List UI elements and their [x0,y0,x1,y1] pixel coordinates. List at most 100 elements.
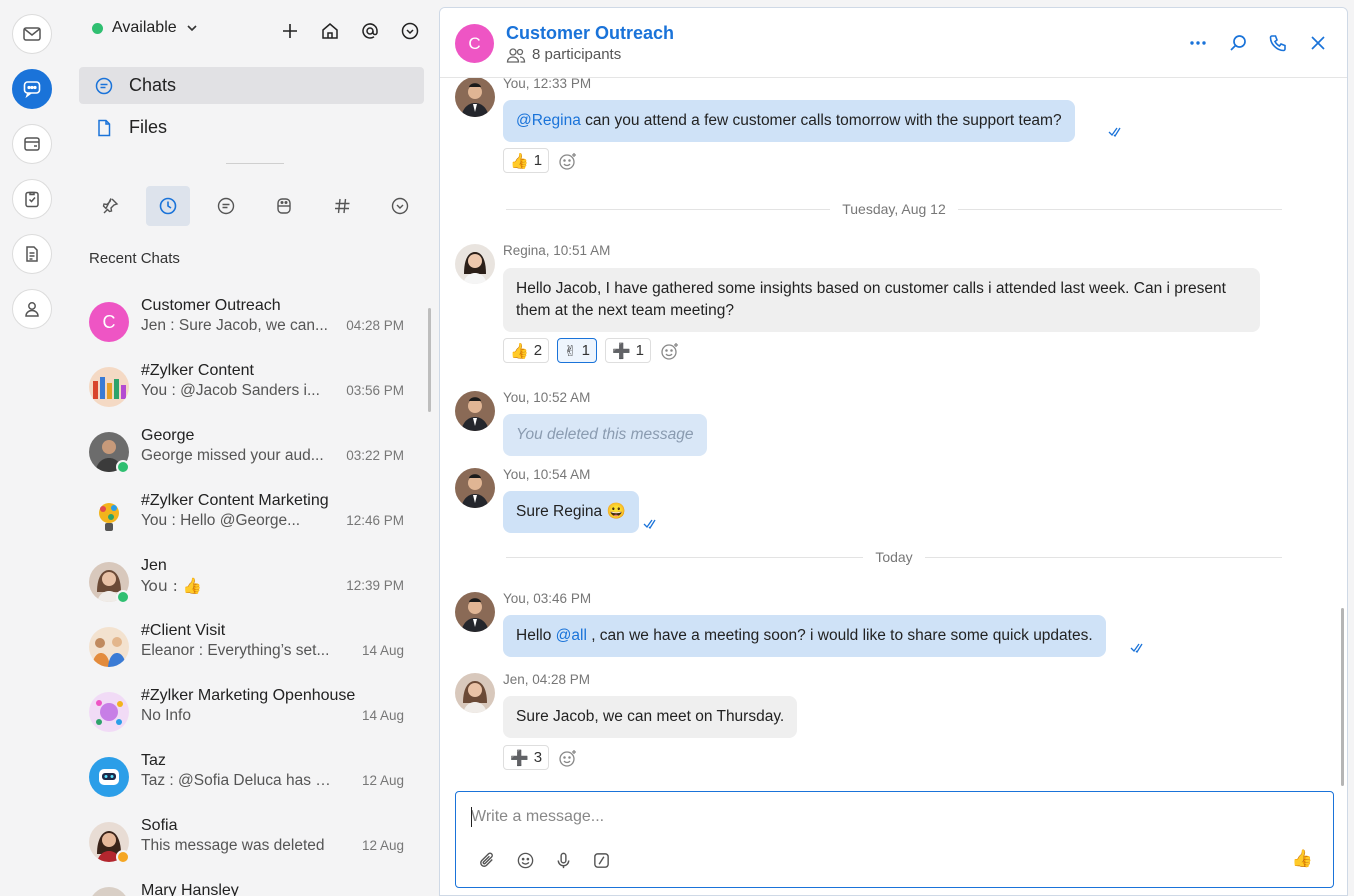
chat-name: Mary Hansley [141,882,239,896]
chat-name: #Zylker Content [141,362,254,379]
participants-label: 8 participants [532,46,622,63]
chat-name: Taz [141,752,166,769]
add-reaction-icon[interactable] [659,340,681,362]
chat-preview: George missed your aud... [141,447,324,464]
cliq-chat-icon[interactable] [12,69,52,109]
avatar [89,757,129,797]
chat-name: George [141,427,195,444]
add-reaction-icon[interactable] [557,150,579,172]
status-selector[interactable]: Available [92,19,199,37]
avatar [89,367,129,407]
message-meta: Jen, 04:28 PM [503,672,591,687]
phone-call-icon[interactable] [1267,32,1289,54]
message-text: You deleted this message [516,426,694,443]
chat-name: Customer Outreach [141,297,281,314]
message-text: Hello [516,627,556,644]
recent-chats-heading: Recent Chats [89,250,180,267]
chat-time: 12:46 PM [346,513,404,528]
nav-chats[interactable]: Chats [79,67,424,104]
plus-icon[interactable] [278,19,302,43]
home-icon[interactable] [318,19,342,43]
chat-item-taz[interactable]: Taz Taz : @Sofia Deluca has m... 12 Aug [79,745,424,810]
chat-preview: You : Hello @George... [141,512,301,529]
conversation-window: C Customer Outreach 8 participants You, … [439,7,1348,896]
chat-name: #Zylker Marketing Openhouse [141,687,356,704]
chat-preview: Taz : @Sofia Deluca has m... [141,772,341,789]
chat-item-zylker-content-marketing[interactable]: #Zylker Content Marketing You : Hello @G… [79,485,424,550]
chat-item-zylker-content[interactable]: #Zylker Content You : @Jacob Sanders i..… [79,355,424,420]
group-avatar[interactable]: C [455,24,494,63]
chat-item-zylker-marketing-openhouse[interactable]: #Zylker Marketing Openhouse No Info 14 A… [79,680,424,745]
message-text: can you attend a few customer calls tomo… [580,112,1062,129]
conversation-title[interactable]: Customer Outreach [506,23,674,44]
mention-link[interactable]: @Regina [516,112,581,129]
chat-name: Jen [141,557,167,574]
chat-name: Sofia [141,817,178,834]
message-bubble[interactable]: @Regina can you attend a few customer ca… [503,100,1075,142]
bots-filter-icon[interactable] [262,186,306,226]
avatar [455,78,495,117]
message-bubble[interactable]: Hello @all , can we have a meeting soon?… [503,615,1106,657]
add-reaction-icon[interactable] [557,747,579,769]
message-meta: You, 10:54 AM [503,467,591,482]
deleted-message-bubble[interactable]: You deleted this message [503,414,707,456]
close-icon[interactable] [1307,32,1329,54]
sidebar-scrollbar[interactable] [428,308,431,412]
avatar [455,592,495,632]
mention-link[interactable]: @all [556,627,587,644]
participants-count[interactable]: 8 participants [506,46,621,63]
messages-scrollbar[interactable] [1341,608,1344,786]
channels-hash-icon[interactable] [320,186,364,226]
message-text: , can we have a meeting soon? i would li… [586,627,1093,644]
message-bubble[interactable]: Sure Jacob, we can meet on Thursday. [503,696,798,738]
conversation-actions [1187,32,1329,54]
more-dropdown-icon[interactable] [398,19,422,43]
chat-item-jen[interactable]: Jen You : 👍 12:39 PM [79,550,424,615]
chat-item-george[interactable]: George George missed your aud... 03:22 P… [79,420,424,485]
app-window: Available Chats Files Recent Chats C Cus… [0,0,1354,896]
reaction-victory-hand[interactable]: ✌ 1 [557,338,597,363]
message-meta: You, 03:46 PM [503,591,592,606]
quick-thumbs-up-icon[interactable]: 👍 [1292,849,1313,869]
message-reactions: 👍 1 [503,148,579,173]
message-bubble[interactable]: Sure Regina 😀 [503,491,639,533]
message-bubble[interactable]: Hello Jacob, I have gathered some insigh… [503,268,1260,332]
chat-bubble-icon [95,77,113,94]
chat-item-client-visit[interactable]: #Client Visit Eleanor : Everything’s set… [79,615,424,680]
reaction-thumbs-up[interactable]: 👍 2 [503,338,550,363]
avatar [89,887,129,896]
reaction-plus[interactable]: ➕ 1 [604,338,651,363]
reaction-thumbs-up[interactable]: 👍 1 [503,148,550,173]
recent-clock-icon[interactable] [146,186,190,226]
avatar [455,244,495,284]
chat-item-mary-hansley[interactable]: Mary Hansley [79,875,424,896]
chat-item-customer-outreach[interactable]: C Customer Outreach Jen : Sure Jacob, we… [79,290,424,355]
mail-icon[interactable] [12,14,52,54]
attachment-icon[interactable] [476,849,498,871]
contacts-icon[interactable] [12,289,52,329]
file-icon [98,119,111,136]
more-filters-icon[interactable] [378,186,422,226]
chat-name: #Client Visit [141,622,226,639]
microphone-icon[interactable] [552,849,574,871]
nav-files[interactable]: Files [79,109,424,146]
pin-icon[interactable] [88,186,132,226]
message-meta: Regina, 10:51 AM [503,243,611,258]
message-text: Sure Jacob, we can meet on Thursday. [516,708,785,725]
read-receipt-icon [643,519,656,529]
notes-icon[interactable] [12,234,52,274]
nav-chats-label: Chats [129,75,177,95]
emoji-icon[interactable] [514,849,536,871]
app-rail [0,0,64,896]
calendar-card-icon[interactable] [12,124,52,164]
search-icon[interactable] [1227,32,1249,54]
format-slash-icon[interactable] [590,849,612,871]
chat-item-sofia[interactable]: Sofia This message was deleted 12 Aug [79,810,424,875]
chats-filter-icon[interactable] [204,186,248,226]
at-mention-icon[interactable] [358,19,382,43]
sidebar: Available Chats Files Recent Chats C Cus… [64,0,436,896]
tasks-icon[interactable] [12,179,52,219]
more-options-icon[interactable] [1187,32,1209,54]
message-input[interactable] [471,806,1171,828]
reaction-plus[interactable]: ➕ 3 [503,745,550,770]
